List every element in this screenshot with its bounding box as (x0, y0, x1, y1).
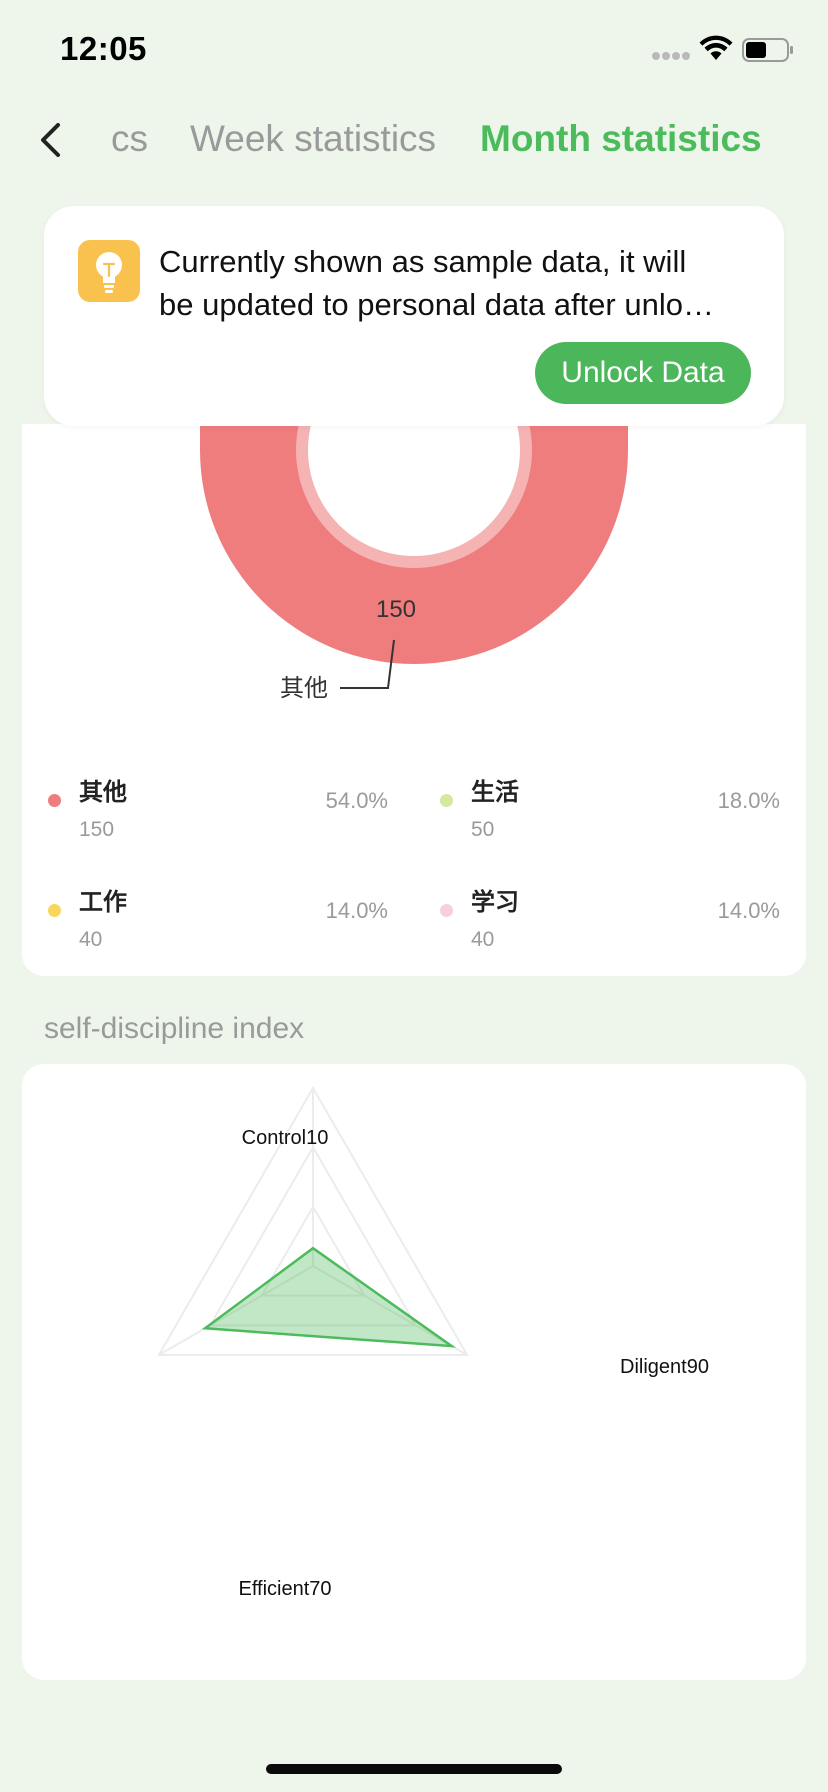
legend-value: 40 (79, 928, 103, 951)
battery-icon (742, 38, 793, 62)
radar-axis-label-diligent: Diligent90 (620, 1356, 709, 1378)
donut-chart: 150 其他 (200, 424, 628, 702)
legend-percent: 18.0% (717, 788, 780, 813)
legend-percent: 54.0% (325, 788, 388, 813)
slice-name-label: 其他 (280, 674, 328, 702)
legend-name: 工作 (79, 888, 127, 916)
legend-dot (440, 794, 453, 807)
tab-week-statistics[interactable]: Week statistics (190, 118, 436, 160)
legend-name: 生活 (471, 778, 519, 806)
legend-value: 40 (471, 928, 495, 951)
nav-bar: cs Week statistics Month statistics (0, 100, 828, 180)
legend-name: 学习 (471, 888, 519, 916)
notice-text: Currently shown as sample data, it will … (159, 240, 759, 326)
status-bar: 12:05 (0, 0, 828, 100)
tab-cs[interactable]: cs (111, 118, 148, 160)
wifi-icon (699, 35, 733, 60)
signal-icon (652, 52, 690, 60)
screen: 12:05 cs Week statistics Month statistic… (0, 0, 828, 1792)
legend-item-other: 其他 150 54.0% (22, 764, 388, 854)
legend-percent: 14.0% (717, 898, 780, 923)
notice-line-1: Currently shown as sample data, it will (159, 244, 687, 279)
legend-value: 50 (471, 818, 495, 841)
tab-month-statistics[interactable]: Month statistics (480, 118, 762, 160)
notice-line-2: be updated to personal data after unlo… (159, 287, 714, 322)
radar-axis-label-efficient: Efficient70 (238, 1578, 331, 1600)
legend-name: 其他 (79, 778, 127, 806)
legend-item-work: 工作 40 14.0% (22, 874, 388, 964)
unlock-data-button[interactable]: Unlock Data (535, 342, 751, 404)
radar-card: Control10 Diligent90 Efficient70 (22, 1064, 806, 1680)
legend-item-study: 学习 40 14.0% (414, 874, 780, 964)
category-stats-card: 150 其他 其他 150 54.0% 生活 50 18.0% 工作 40 14… (22, 424, 806, 976)
home-indicator[interactable] (266, 1764, 562, 1774)
legend-percent: 14.0% (325, 898, 388, 923)
legend-item-life: 生活 50 18.0% (414, 764, 780, 854)
radar-axis-label-control: Control10 (242, 1127, 329, 1149)
radar-chart: Control10 Diligent90 Efficient70 (157, 1086, 709, 1600)
back-arrow-icon[interactable] (34, 116, 70, 164)
slice-value-label: 150 (376, 596, 416, 623)
section-title: self-discipline index (44, 1012, 305, 1045)
legend-dot (440, 904, 453, 917)
sample-data-notice: Currently shown as sample data, it will … (44, 206, 784, 426)
legend-dot (48, 904, 61, 917)
status-time: 12:05 (60, 30, 147, 67)
legend-dot (48, 794, 61, 807)
legend-value: 150 (79, 818, 115, 841)
lightbulb-icon (78, 240, 140, 302)
